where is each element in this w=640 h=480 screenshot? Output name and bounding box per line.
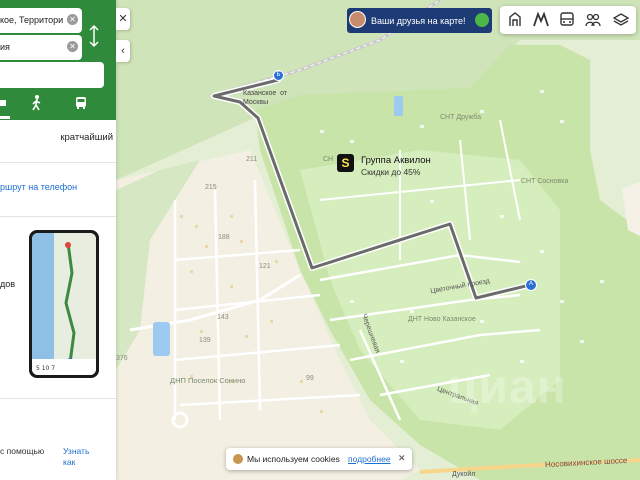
transport-icon[interactable]: [558, 11, 576, 29]
help-text: с помощью: [0, 446, 45, 456]
station-label: Казанское от Москвы: [243, 90, 288, 106]
route-panel: кое, Территори ✕ ия ✕: [0, 0, 116, 120]
avatar: [349, 11, 366, 28]
snt-druzhba-label: СНТ Дружба: [440, 114, 481, 121]
divider: [0, 162, 116, 163]
cookie-icon: [233, 454, 243, 464]
car-icon[interactable]: [0, 94, 8, 112]
walk-icon[interactable]: [30, 94, 44, 112]
snt-sosnovka-label: СНТ Сосновка: [521, 178, 569, 185]
cookie-more-link[interactable]: подробнее: [348, 454, 391, 464]
mode-underline: [0, 116, 10, 119]
watermark: циан: [448, 361, 567, 414]
route-sidebar: кое, Территори ✕ ия ✕ кратчайший ршрут н…: [0, 0, 116, 480]
plot-number: 121: [259, 263, 271, 270]
plot-number: 211: [246, 156, 258, 163]
route-to-value: ия: [0, 42, 10, 52]
divider: [0, 216, 116, 217]
send-route-link[interactable]: ршрут на телефон: [0, 182, 77, 192]
snt-short-label: СН: [323, 156, 334, 163]
poi-subtitle: Скидки до 45%: [361, 167, 421, 177]
people-icon[interactable]: [584, 11, 602, 29]
route-to-field[interactable]: ия ✕: [0, 35, 82, 60]
svg-text:5 10 7: 5 10 7: [36, 365, 55, 372]
phone-promo-image: 5 10 7: [29, 230, 99, 378]
dnp-sonino-label: ДНП Поселок Сонино: [170, 376, 246, 385]
layers-icon[interactable]: [612, 11, 630, 29]
clear-from-icon[interactable]: ✕: [67, 14, 78, 25]
route-from-value: кое, Территори: [0, 15, 64, 25]
friends-banner-text: Ваши друзья на карте!: [371, 16, 466, 26]
route-field-strip: [0, 62, 104, 88]
dnt-novo-label: ДНТ Ново Казанское: [408, 316, 476, 323]
gift-icon: [475, 13, 489, 27]
plot-number: 215: [205, 184, 217, 191]
cookie-text: Мы используем cookies: [247, 454, 340, 464]
route-end-marker[interactable]: Б: [273, 70, 284, 81]
learn-more-link[interactable]: Узнать как: [63, 446, 103, 468]
swap-icon[interactable]: [86, 24, 102, 48]
plot-number: 376: [116, 355, 128, 362]
poi-logo-icon: S: [337, 154, 354, 172]
bus-icon[interactable]: [74, 94, 88, 112]
map-toolbar: [500, 6, 636, 34]
route-type-label[interactable]: кратчайший: [60, 132, 113, 143]
plot-number: 188: [218, 234, 230, 241]
route-start-marker[interactable]: А: [525, 279, 537, 291]
poi-title: Группа Аквилон: [361, 155, 431, 166]
route-from-field[interactable]: кое, Территори ✕: [0, 8, 82, 33]
geo-layer-icon[interactable]: [506, 11, 524, 29]
cookie-banner: Мы используем cookies подробнее ✕: [226, 448, 412, 470]
friends-banner[interactable]: Ваши друзья на карте!: [347, 8, 492, 33]
cookie-close-icon[interactable]: ✕: [398, 453, 406, 464]
clear-to-icon[interactable]: ✕: [67, 41, 78, 52]
plot-number: 139: [199, 337, 211, 344]
metro-icon[interactable]: [532, 11, 550, 29]
plot-number: 143: [217, 314, 229, 321]
app-promo-text: дов: [0, 279, 16, 289]
divider: [0, 398, 116, 399]
dukoil-label: Дукойл: [452, 471, 476, 478]
collapse-sidebar-button[interactable]: ‹: [116, 40, 130, 62]
plot-number: 99: [306, 375, 314, 382]
close-sidebar-button[interactable]: ✕: [116, 8, 130, 30]
